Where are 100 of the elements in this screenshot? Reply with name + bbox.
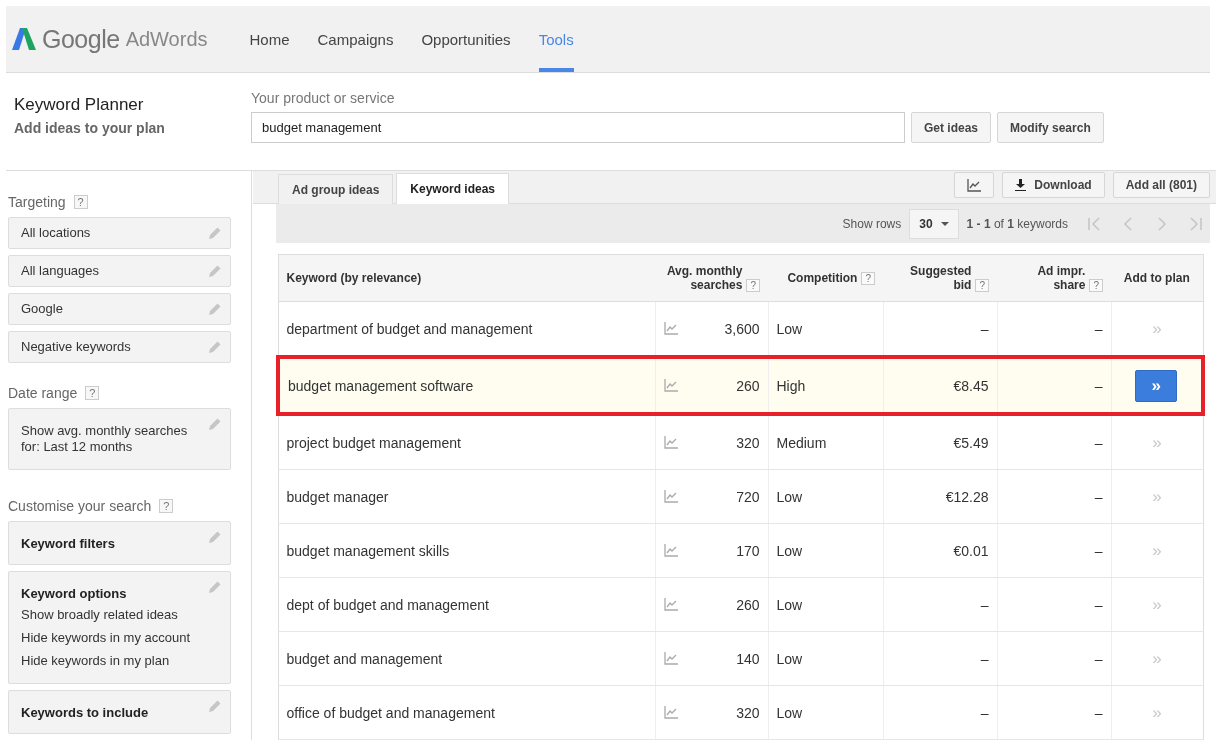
previous-page-icon[interactable] (1122, 216, 1134, 231)
pencil-icon[interactable] (208, 264, 222, 278)
product-name: AdWords (125, 27, 208, 51)
line-chart-icon[interactable] (663, 598, 678, 611)
page-title: Keyword Planner (14, 95, 145, 115)
results-tab[interactable]: Keyword ideas (396, 173, 510, 204)
searches-value: 140 (736, 650, 760, 667)
pencil-icon[interactable] (208, 226, 222, 240)
column-header[interactable]: Suggested bid (891, 264, 972, 292)
section-heading: Customise your search (8, 498, 152, 514)
help-marker[interactable]: ? (746, 279, 760, 292)
share-value: – (1094, 320, 1103, 337)
brand-name: Google (42, 24, 120, 54)
share-value: – (1094, 650, 1103, 667)
line-chart-icon[interactable] (663, 436, 678, 449)
bid-value: – (980, 650, 989, 667)
line-chart-icon (967, 178, 982, 192)
card-title: Keyword filters (21, 536, 116, 552)
option-text: Hide keywords in my plan (21, 652, 171, 670)
bid-value: – (980, 596, 989, 613)
keyword-text: department of budget and management (286, 320, 533, 337)
line-chart-icon[interactable] (663, 490, 678, 503)
bid-value: €0.01 (953, 542, 989, 559)
setting-text: Google (21, 301, 63, 316)
setting-item[interactable]: Negative keywords (8, 331, 231, 363)
competition-value: Low (776, 488, 803, 505)
column-header[interactable]: Ad impr. share (1005, 264, 1086, 292)
column-header[interactable]: Avg. monthly searches (663, 264, 743, 292)
logo-icon (12, 28, 36, 50)
filter-card[interactable]: Keywords to include (8, 690, 231, 734)
line-chart-icon[interactable] (663, 544, 678, 557)
searches-value: 320 (736, 434, 760, 451)
bid-value: – (980, 320, 989, 337)
competition-value: Medium (776, 434, 827, 451)
help-marker[interactable]: ? (1089, 279, 1103, 292)
rows-dropdown[interactable]: 30 (909, 208, 959, 239)
add-all-button[interactable]: Add all (801) (1112, 172, 1210, 198)
keyword-text: office of budget and management (286, 704, 495, 721)
setting-item[interactable]: All locations (8, 217, 231, 249)
pencil-icon[interactable] (208, 417, 222, 431)
nav-tab[interactable]: Campaigns (317, 6, 394, 72)
help-marker[interactable]: ? (73, 195, 88, 209)
pencil-icon[interactable] (208, 580, 222, 594)
nav-tab[interactable]: Home (249, 6, 290, 72)
section-heading: Targeting (8, 194, 66, 210)
setting-item[interactable]: Google (8, 293, 231, 325)
pencil-icon[interactable] (208, 530, 222, 544)
add-to-plan-button[interactable]: » (1135, 369, 1178, 402)
line-chart-icon[interactable] (663, 652, 678, 665)
range-text: 1 - 1 of 1 keywords (966, 216, 1068, 231)
pencil-icon[interactable] (208, 302, 222, 316)
line-chart-icon[interactable] (663, 322, 678, 335)
searches-value: 260 (736, 377, 760, 394)
help-marker[interactable]: ? (861, 272, 875, 285)
setting-item[interactable]: Show avg. monthly searches for: Last 12 months (8, 408, 231, 470)
help-marker[interactable]: ? (85, 386, 100, 400)
first-page-icon[interactable] (1088, 216, 1100, 231)
keyword-text: budget and management (286, 650, 443, 667)
line-chart-icon[interactable] (663, 706, 678, 719)
dropdown-arrow-icon (940, 221, 949, 226)
competition-value: Low (776, 596, 803, 613)
results-tab[interactable]: Ad group ideas (278, 174, 394, 204)
card-title: Keywords to include (21, 705, 150, 721)
filter-card[interactable]: Keyword filters (8, 521, 231, 565)
last-page-icon[interactable] (1190, 216, 1202, 231)
setting-item[interactable]: All languages (8, 255, 231, 287)
setting-text: Negative keywords (21, 339, 131, 354)
competition-value: Low (776, 704, 803, 721)
action-button[interactable]: Modify search (997, 112, 1104, 143)
download-button[interactable]: Download (1002, 172, 1105, 198)
option-text: Show broadly related ideas (21, 606, 179, 624)
line-chart-icon[interactable] (663, 379, 678, 392)
keyword-text: project budget management (286, 434, 461, 451)
competition-value: Low (776, 320, 803, 337)
chart-button[interactable] (954, 172, 995, 198)
bid-value: €5.49 (953, 434, 989, 451)
setting-text: All locations (21, 225, 91, 240)
keyword-text: budget manager (286, 488, 389, 505)
filter-card[interactable]: Keyword options Show broadly related ideas Hide keywords in my account Hide keywords in my plan (8, 571, 231, 684)
setting-text: All languages (21, 263, 100, 278)
card-title: Keyword options (21, 586, 128, 602)
searches-value: 720 (736, 488, 760, 505)
column-header[interactable]: Keyword (by relevance) (286, 271, 422, 285)
option-text: Hide keywords in my account (21, 629, 192, 647)
column-header[interactable]: Competition (787, 271, 858, 285)
nav-tab[interactable]: Opportunities (421, 6, 511, 72)
keyword-text: dept of budget and management (286, 596, 489, 613)
searches-value: 260 (736, 596, 760, 613)
help-marker[interactable]: ? (159, 499, 174, 513)
bid-value: €8.45 (953, 377, 989, 394)
action-button[interactable]: Get ideas (911, 112, 992, 143)
pencil-icon[interactable] (208, 340, 222, 354)
keyword-text: budget management software (288, 377, 474, 394)
pencil-icon[interactable] (208, 699, 222, 713)
next-page-icon[interactable] (1156, 216, 1168, 231)
searches-value: 320 (736, 704, 760, 721)
product-input-field[interactable]: budget management (251, 112, 905, 143)
help-marker[interactable]: ? (975, 279, 989, 292)
share-value: – (1094, 542, 1103, 559)
download-icon (1015, 179, 1027, 191)
